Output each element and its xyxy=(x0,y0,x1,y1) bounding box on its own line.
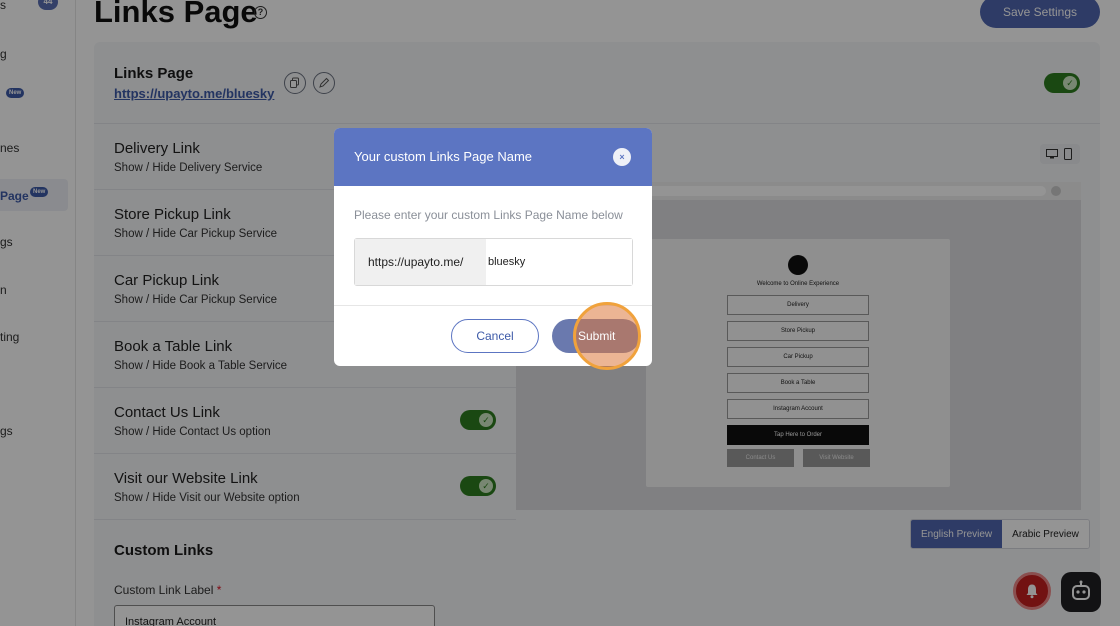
url-prefix: https://upayto.me/ xyxy=(355,239,486,285)
modal-header: Your custom Links Page Name × xyxy=(334,128,652,186)
modal-hint: Please enter your custom Links Page Name… xyxy=(354,208,623,222)
custom-name-modal: Your custom Links Page Name × Please ent… xyxy=(334,128,652,366)
submit-button[interactable] xyxy=(552,319,640,353)
cancel-button[interactable]: Cancel xyxy=(451,319,539,353)
custom-name-input[interactable] xyxy=(486,239,632,285)
modal-title: Your custom Links Page Name xyxy=(354,149,533,164)
modal-divider xyxy=(334,305,652,306)
url-input-group: https://upayto.me/ xyxy=(354,238,633,286)
close-icon[interactable]: × xyxy=(613,148,631,166)
